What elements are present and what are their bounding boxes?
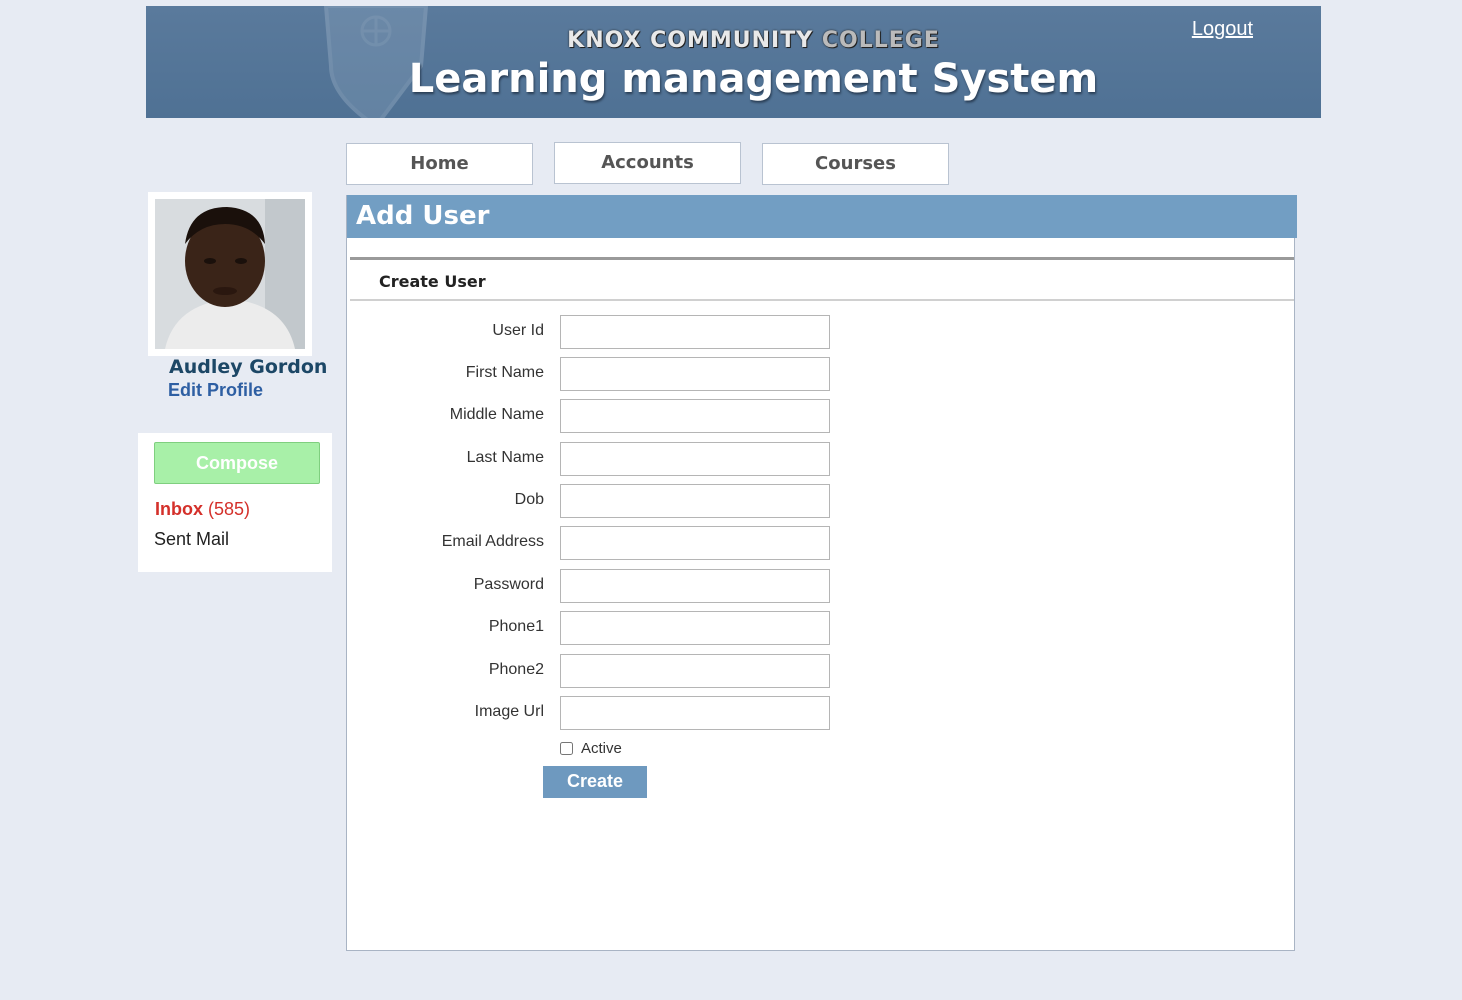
form-row-dob: Dob <box>347 484 847 518</box>
dob-input[interactable] <box>560 484 830 518</box>
first-name-label: First Name <box>465 364 544 381</box>
college-name-part2: COLLEGE <box>821 28 940 53</box>
inbox-label: Inbox <box>155 499 203 519</box>
system-title: Learning management System <box>408 56 1099 102</box>
middle-name-input[interactable] <box>560 399 830 433</box>
password-label: Password <box>473 576 544 593</box>
header-banner: KNOX COMMUNITY COLLEGE Learning manageme… <box>146 6 1321 118</box>
college-name: KNOX COMMUNITY COLLEGE <box>146 28 1321 53</box>
page-title: Add User <box>356 201 490 231</box>
section-divider-bottom <box>350 299 1294 301</box>
add-user-panel: Add User Create User User Id First Name … <box>346 195 1297 951</box>
inbox-count: (585) <box>208 499 251 519</box>
edit-profile-link[interactable]: Edit Profile <box>168 380 263 401</box>
form-row-middle-name: Middle Name <box>347 399 847 433</box>
mail-panel: Compose Inbox (585) Sent Mail <box>138 433 332 572</box>
section-divider-top <box>350 257 1294 260</box>
create-button[interactable]: Create <box>543 766 647 798</box>
phone2-input[interactable] <box>560 654 830 688</box>
panel-title-bar: Add User <box>347 195 1297 238</box>
email-input[interactable] <box>560 526 830 560</box>
phone1-label: Phone1 <box>488 618 544 635</box>
form-row-user-id: User Id <box>347 315 847 349</box>
compose-button[interactable]: Compose <box>154 442 320 484</box>
last-name-label: Last Name <box>466 449 544 466</box>
section-title: Create User <box>379 272 486 291</box>
nav-courses-tab[interactable]: Courses <box>762 143 949 185</box>
profile-name: Audley Gordon <box>169 356 328 378</box>
form-row-email: Email Address <box>347 526 847 560</box>
middle-name-label: Middle Name <box>449 406 544 423</box>
active-checkbox[interactable] <box>560 742 573 755</box>
college-name-part1: KNOX COMMUNITY <box>567 28 822 53</box>
form-row-image-url: Image Url <box>347 696 847 730</box>
active-label: Active <box>581 740 622 757</box>
image-url-input[interactable] <box>560 696 830 730</box>
avatar <box>155 199 305 349</box>
profile-photo-frame <box>148 192 312 356</box>
form-row-phone1: Phone1 <box>347 611 847 645</box>
form-row-password: Password <box>347 569 847 603</box>
form-row-first-name: First Name <box>347 357 847 391</box>
form-row-phone2: Phone2 <box>347 654 847 688</box>
logout-link[interactable]: Logout <box>1192 18 1253 41</box>
user-id-label: User Id <box>492 322 544 339</box>
dob-label: Dob <box>514 491 544 508</box>
password-input[interactable] <box>560 569 830 603</box>
avatar-image <box>155 199 305 349</box>
phone1-input[interactable] <box>560 611 830 645</box>
form-row-last-name: Last Name <box>347 442 847 476</box>
user-id-input[interactable] <box>560 315 830 349</box>
nav-accounts-tab[interactable]: Accounts <box>554 142 741 184</box>
email-label: Email Address <box>441 533 544 550</box>
last-name-input[interactable] <box>560 442 830 476</box>
sent-mail-link[interactable]: Sent Mail <box>154 529 229 550</box>
first-name-input[interactable] <box>560 357 830 391</box>
inbox-link[interactable]: Inbox (585) <box>155 499 250 520</box>
nav-home-tab[interactable]: Home <box>346 143 533 185</box>
phone2-label: Phone2 <box>488 661 544 678</box>
image-url-label: Image Url <box>474 703 544 720</box>
